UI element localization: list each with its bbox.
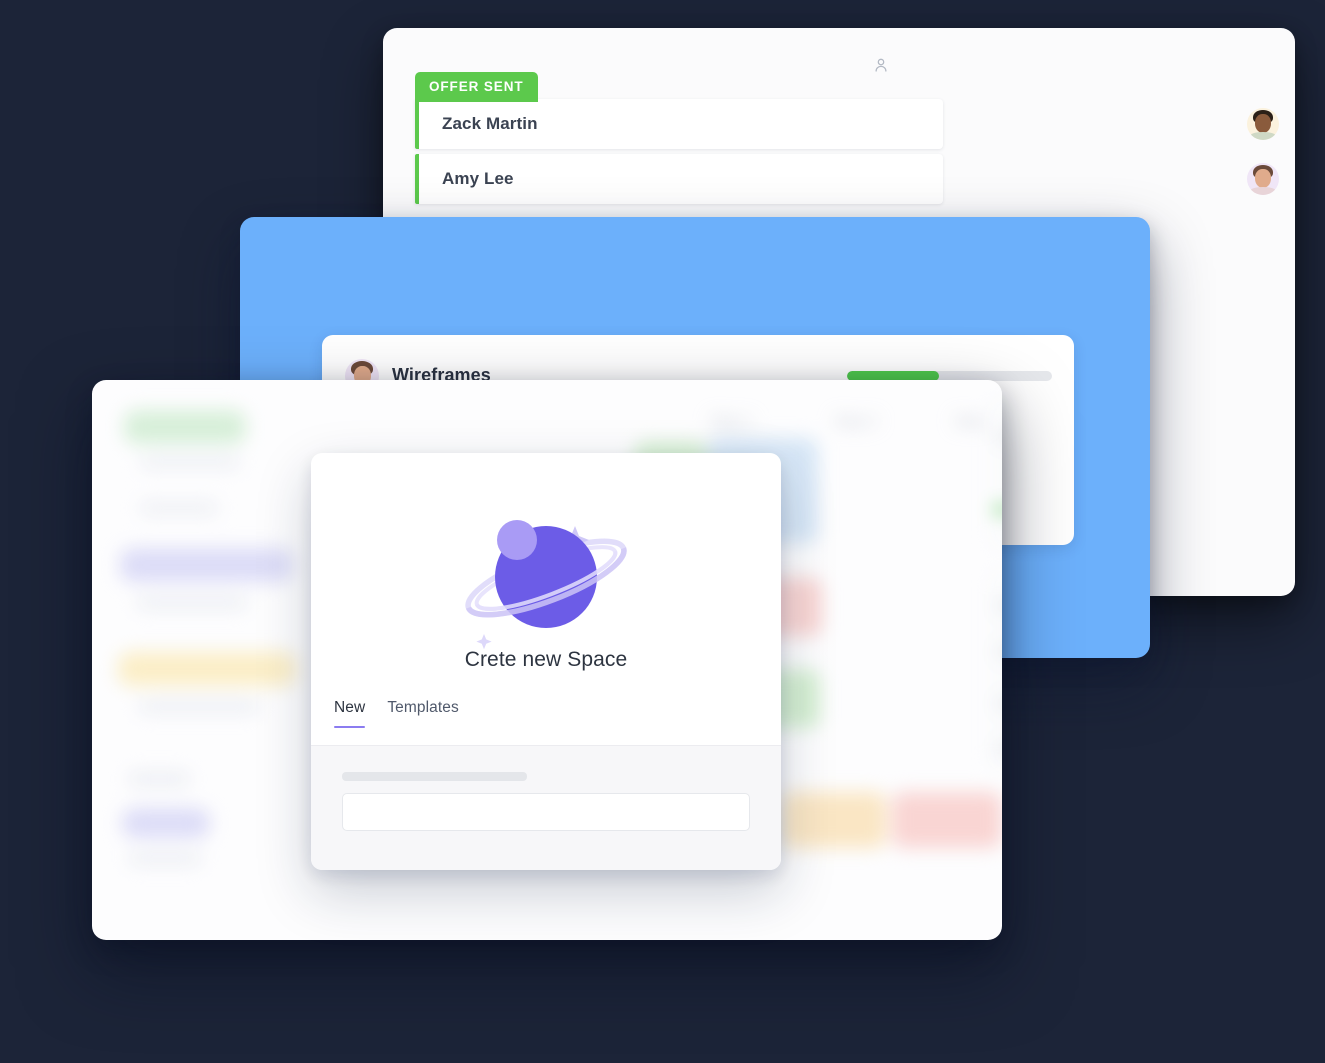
create-space-modal: Crete new Space New Templates — [311, 453, 781, 870]
space-name-input[interactable] — [342, 793, 750, 831]
tab-new[interactable]: New — [334, 699, 366, 728]
candidate-name: Zack Martin — [442, 114, 538, 133]
table-row[interactable]: Zack Martin — [415, 99, 943, 149]
avatar-face — [1247, 163, 1279, 195]
tab-templates[interactable]: Templates — [387, 699, 459, 728]
blurred-sidebar — [92, 380, 302, 940]
screenshot-stage: Step 1 Step 2 Step 3 OFFER SENT Zack Mar… — [0, 0, 1325, 1063]
modal-body — [311, 746, 781, 870]
person-icon — [872, 56, 890, 79]
modal-title: Crete new Space — [464, 648, 628, 671]
avatar — [1247, 163, 1279, 195]
blurred-column-header: Step 2 — [834, 413, 878, 430]
field-label-placeholder — [342, 772, 527, 781]
group-badge-offer-sent[interactable]: OFFER SENT — [415, 72, 538, 102]
modal-tabs: New Templates — [334, 699, 459, 728]
avatar — [1247, 108, 1279, 140]
table-row[interactable]: Amy Lee — [415, 154, 943, 204]
planet-illustration — [311, 483, 781, 668]
blurred-column-header: Step 1 — [710, 413, 754, 430]
candidate-name: Amy Lee — [442, 169, 514, 188]
avatar-face — [1247, 108, 1279, 140]
